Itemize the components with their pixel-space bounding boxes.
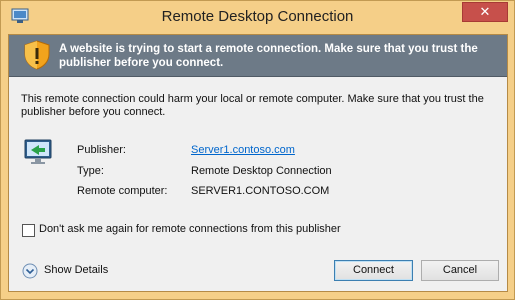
remote-computer-icon bbox=[23, 138, 55, 168]
dont-ask-checkbox[interactable] bbox=[22, 224, 35, 237]
close-icon: ✕ bbox=[479, 5, 491, 20]
connect-button[interactable]: Connect bbox=[334, 260, 413, 281]
publisher-link[interactable]: Server1.contoso.com bbox=[191, 144, 295, 156]
warning-message: A website is trying to start a remote co… bbox=[59, 43, 478, 69]
type-value: Remote Desktop Connection bbox=[191, 165, 332, 177]
dialog-client-area: A website is trying to start a remote co… bbox=[8, 34, 508, 292]
window-title: Remote Desktop Connection bbox=[161, 8, 354, 25]
warning-banner: A website is trying to start a remote co… bbox=[9, 35, 507, 77]
remote-computer-label: Remote computer: bbox=[77, 185, 168, 197]
type-label: Type: bbox=[77, 165, 104, 177]
warning-shield-icon bbox=[23, 40, 51, 70]
dont-ask-label[interactable]: Don't ask me again for remote connection… bbox=[39, 223, 341, 235]
show-details-label[interactable]: Show Details bbox=[44, 264, 108, 276]
publisher-label: Publisher: bbox=[77, 144, 126, 156]
chevron-down-circle-icon[interactable] bbox=[22, 263, 38, 279]
title-bar[interactable]: Remote Desktop Connection ✕ bbox=[1, 1, 514, 33]
close-button[interactable]: ✕ bbox=[462, 2, 508, 22]
remote-computer-value: SERVER1.CONTOSO.COM bbox=[191, 185, 330, 197]
cancel-button[interactable]: Cancel bbox=[421, 260, 499, 281]
dialog-window: Remote Desktop Connection ✕ A website is… bbox=[0, 0, 515, 300]
risk-description: This remote connection could harm your l… bbox=[21, 93, 484, 118]
